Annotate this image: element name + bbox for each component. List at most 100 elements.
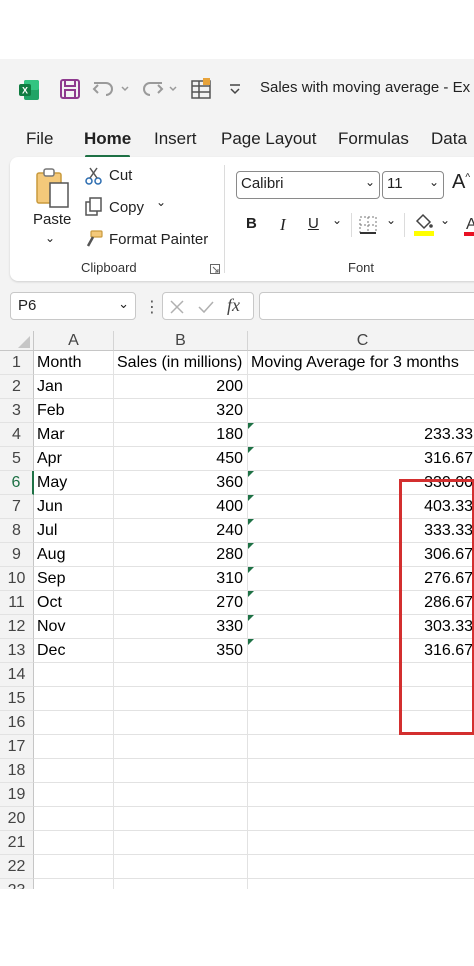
cell-b[interactable]: Sales (in millions) <box>114 351 248 375</box>
underline-button[interactable]: U <box>308 215 319 232</box>
row-header[interactable]: 4 <box>0 423 34 447</box>
cell-c[interactable]: Moving Average for 3 months <box>248 351 474 375</box>
cell-a[interactable]: Jul <box>34 519 114 543</box>
cell-a[interactable]: Nov <box>34 615 114 639</box>
customize-toolbar-icon[interactable] <box>226 77 244 101</box>
copy-button[interactable]: Copy <box>109 199 144 216</box>
insert-function-icon[interactable]: fx <box>227 295 240 316</box>
excel-logo-icon[interactable]: X <box>18 79 40 101</box>
cell-a[interactable]: Oct <box>34 591 114 615</box>
cell-b[interactable] <box>114 735 248 759</box>
paste-dropdown-icon[interactable]: ⌄ <box>45 231 55 245</box>
enter-icon[interactable] <box>197 299 215 315</box>
cell-b[interactable]: 450 <box>114 447 248 471</box>
cell-b[interactable] <box>114 831 248 855</box>
row-header[interactable]: 6 <box>0 471 34 495</box>
font-color-icon[interactable]: A <box>462 213 474 242</box>
error-indicator-icon[interactable] <box>248 423 254 429</box>
tab-page-layout[interactable]: Page Layout <box>221 129 316 149</box>
cell-a[interactable] <box>34 807 114 831</box>
cell-b[interactable]: 360 <box>114 471 248 495</box>
cell-c[interactable] <box>248 759 474 783</box>
error-indicator-icon[interactable] <box>248 591 254 597</box>
cell-a[interactable] <box>34 831 114 855</box>
cell-c[interactable] <box>248 879 474 889</box>
copy-dropdown-icon[interactable]: ⌄ <box>156 195 166 209</box>
cell-b[interactable]: 240 <box>114 519 248 543</box>
row-header[interactable]: 20 <box>0 807 34 831</box>
row-header[interactable]: 5 <box>0 447 34 471</box>
row-header[interactable]: 8 <box>0 519 34 543</box>
error-indicator-icon[interactable] <box>248 567 254 573</box>
row-header[interactable]: 9 <box>0 543 34 567</box>
cell-c[interactable]: 316.67 <box>248 447 474 471</box>
row-header[interactable]: 16 <box>0 711 34 735</box>
error-indicator-icon[interactable] <box>248 495 254 501</box>
row-header[interactable]: 19 <box>0 783 34 807</box>
row-header[interactable]: 15 <box>0 687 34 711</box>
cell-c[interactable] <box>248 399 474 423</box>
cell-b[interactable] <box>114 759 248 783</box>
cell-a[interactable]: Mar <box>34 423 114 447</box>
cell-b[interactable] <box>114 879 248 889</box>
font-name-select[interactable]: Calibri ⌄ <box>236 171 380 199</box>
tab-file[interactable]: File <box>26 129 53 149</box>
fill-color-dropdown-icon[interactable]: ⌄ <box>440 213 450 227</box>
cell-a[interactable]: Dec <box>34 639 114 663</box>
save-icon[interactable] <box>58 77 82 101</box>
error-indicator-icon[interactable] <box>248 471 254 477</box>
row-header[interactable]: 3 <box>0 399 34 423</box>
increase-font-icon[interactable]: A^ <box>452 171 470 194</box>
tab-data[interactable]: Data <box>431 129 467 149</box>
cell-a[interactable]: Jan <box>34 375 114 399</box>
row-header[interactable]: 7 <box>0 495 34 519</box>
cell-c[interactable] <box>248 831 474 855</box>
cut-icon[interactable] <box>84 166 104 191</box>
error-indicator-icon[interactable] <box>248 447 254 453</box>
cell-b[interactable]: 320 <box>114 399 248 423</box>
cell-a[interactable] <box>34 783 114 807</box>
cell-c[interactable] <box>248 807 474 831</box>
error-indicator-icon[interactable] <box>248 615 254 621</box>
clipboard-launcher-icon[interactable] <box>210 261 220 279</box>
cell-a[interactable] <box>34 855 114 879</box>
row-header[interactable]: 12 <box>0 615 34 639</box>
name-box[interactable]: P6 ⌄ <box>10 292 136 320</box>
undo-icon[interactable] <box>92 77 132 101</box>
cell-c[interactable] <box>248 735 474 759</box>
more-options-icon[interactable]: ⋮ <box>144 297 160 317</box>
italic-button[interactable]: I <box>280 215 286 235</box>
cell-b[interactable]: 350 <box>114 639 248 663</box>
row-header[interactable]: 10 <box>0 567 34 591</box>
select-all-corner[interactable] <box>0 331 34 351</box>
error-indicator-icon[interactable] <box>248 639 254 645</box>
cell-b[interactable]: 330 <box>114 615 248 639</box>
cell-b[interactable]: 400 <box>114 495 248 519</box>
fill-color-icon[interactable] <box>412 211 436 242</box>
cell-a[interactable]: Feb <box>34 399 114 423</box>
cell-a[interactable] <box>34 663 114 687</box>
cell-a[interactable] <box>34 735 114 759</box>
tab-insert[interactable]: Insert <box>154 129 197 149</box>
row-header[interactable]: 17 <box>0 735 34 759</box>
row-header[interactable]: 1 <box>0 351 34 375</box>
row-header[interactable]: 2 <box>0 375 34 399</box>
cell-a[interactable] <box>34 759 114 783</box>
error-indicator-icon[interactable] <box>248 519 254 525</box>
cell-b[interactable]: 270 <box>114 591 248 615</box>
cell-b[interactable]: 310 <box>114 567 248 591</box>
cell-b[interactable] <box>114 711 248 735</box>
cell-a[interactable] <box>34 711 114 735</box>
paste-button[interactable]: Paste <box>33 211 71 228</box>
borders-icon[interactable] <box>358 215 378 240</box>
cell-b[interactable] <box>114 783 248 807</box>
bold-button[interactable]: B <box>246 215 257 232</box>
cell-c[interactable] <box>248 375 474 399</box>
redo-icon[interactable] <box>140 77 180 101</box>
cell-a[interactable]: Month <box>34 351 114 375</box>
tab-formulas[interactable]: Formulas <box>338 129 409 149</box>
cell-c[interactable] <box>248 855 474 879</box>
cell-b[interactable] <box>114 663 248 687</box>
cell-b[interactable] <box>114 855 248 879</box>
cell-a[interactable] <box>34 879 114 889</box>
